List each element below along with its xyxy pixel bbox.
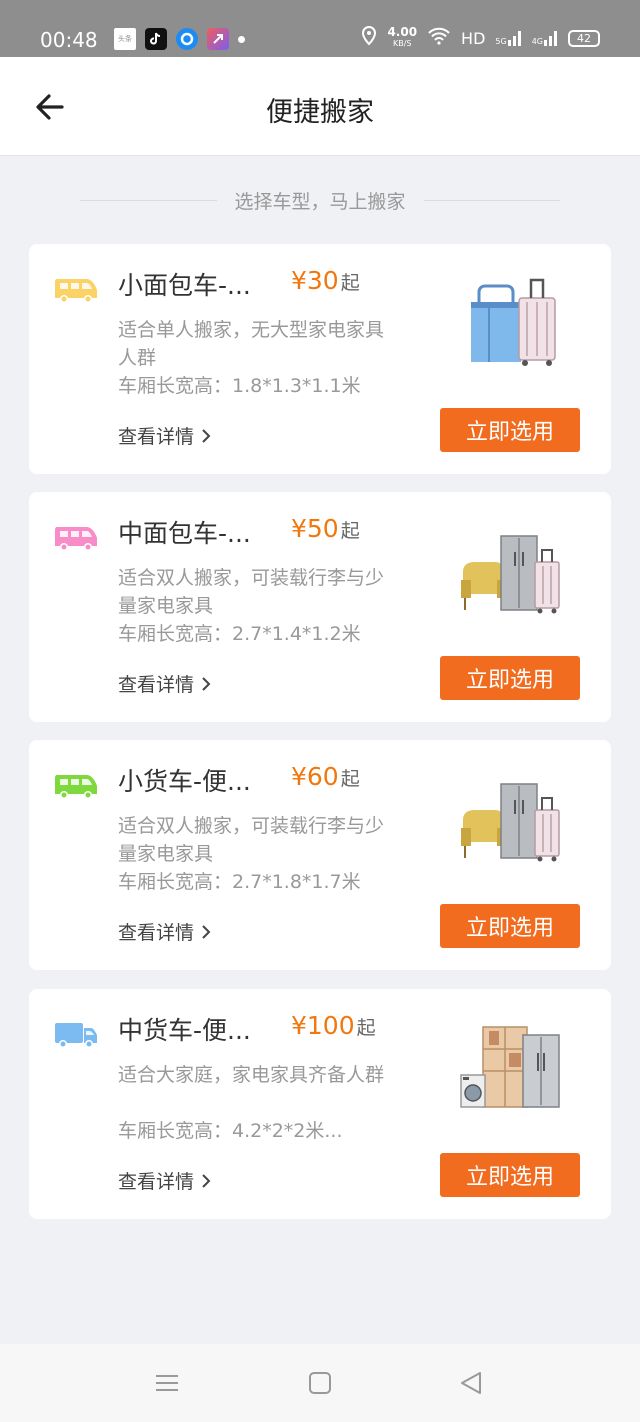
price-value: ¥30 (291, 266, 339, 295)
network-speed: 4.00 KB/S (387, 25, 418, 49)
vehicle-dimensions: 车厢长宽高：4.2*2*2米... (118, 1120, 343, 1142)
vehicle-description: 适合双人搬家，可装载行李与少量家电家具 (118, 567, 385, 617)
section-divider: 选择车型，马上搬家 (80, 180, 561, 220)
battery-level: 42 (577, 31, 591, 45)
vehicle-price: ¥100 起 (291, 1011, 376, 1040)
furniture-illustration (461, 535, 560, 614)
notification-icons: 头条 (114, 28, 245, 50)
vehicle-dimensions: 车厢长宽高：1.8*1.3*1.1米 (118, 375, 361, 397)
view-details-link[interactable]: 查看详情 (118, 918, 212, 945)
home-icon[interactable] (305, 1370, 335, 1396)
view-details-label: 查看详情 (118, 1171, 195, 1193)
minivan-icon (55, 527, 97, 551)
divider-line-left (80, 199, 217, 201)
chevron-right-icon (202, 924, 211, 939)
wifi-icon (427, 27, 451, 49)
menu-icon[interactable] (152, 1370, 182, 1396)
chevron-right-icon (202, 1173, 211, 1188)
select-now-button[interactable]: 立即选用 (440, 656, 580, 700)
price-suffix: 起 (340, 520, 360, 542)
vehicle-description: 适合大家庭，家电家具齐备人群 (118, 1064, 385, 1086)
vehicle-card[interactable]: 中面包车-... ¥50 起 适合双人搬家，可装载行李与少量家电家具 车厢长宽高：… (29, 492, 611, 722)
select-now-button[interactable]: 立即选用 (440, 1153, 580, 1197)
vehicle-price: ¥50 起 (291, 514, 360, 543)
chevron-right-icon (202, 676, 211, 691)
small-truck-icon (55, 775, 97, 799)
price-value: ¥60 (291, 762, 339, 791)
vehicle-dimensions: 车厢长宽高：2.7*1.4*1.2米 (118, 623, 361, 645)
vehicle-description: 适合双人搬家，可装载行李与少量家电家具 (118, 815, 385, 865)
view-details-label: 查看详情 (118, 674, 195, 696)
signal-5g-icon: 5G (495, 30, 521, 46)
price-suffix: 起 (340, 272, 360, 294)
browser-icon (176, 28, 198, 50)
appliances-illustration (460, 1026, 560, 1108)
tiktok-icon (145, 28, 167, 50)
vehicle-card[interactable]: 中货车-便... ¥100 起 适合大家庭，家电家具齐备人群 车厢长宽高：4.2*… (29, 989, 611, 1219)
hd-label: HD (461, 28, 486, 48)
back-triangle-icon[interactable] (456, 1370, 486, 1396)
view-details-link[interactable]: 查看详情 (118, 422, 212, 449)
system-nav-bar (0, 1344, 640, 1422)
app-icon (207, 28, 229, 50)
speed-unit: KB/S (392, 39, 412, 48)
price-suffix: 起 (356, 1017, 376, 1039)
vehicle-card[interactable]: 小面包车-... ¥30 起 适合单人搬家，无大型家电家具人群 车厢长宽高：1.8… (29, 244, 611, 474)
vehicle-name: 小面包车-... (118, 271, 251, 300)
status-bar: 00:48 头条 4.00 KB/S HD 5G 4G 42 (0, 0, 640, 57)
page-title: 便捷搬家 (266, 97, 374, 128)
speed-value: 4.00 (387, 25, 418, 39)
vehicle-name: 中面包车-... (118, 519, 251, 548)
vehicle-name: 中货车-便... (118, 1016, 251, 1045)
location-icon (361, 25, 377, 50)
vehicle-card[interactable]: 小货车-便... ¥60 起 适合双人搬家，可装载行李与少量家电家具 车厢长宽高：… (29, 740, 611, 970)
app-header: 便捷搬家 (0, 57, 640, 156)
vehicle-description: 适合单人搬家，无大型家电家具人群 (118, 319, 385, 369)
vehicle-name: 小货车-便... (118, 767, 251, 796)
select-now-button[interactable]: 立即选用 (440, 904, 580, 948)
net1-label: 5G (495, 37, 507, 46)
divider-line-right (423, 199, 561, 201)
net2-label: 4G (531, 37, 543, 46)
view-details-label: 查看详情 (118, 922, 195, 944)
price-value: ¥100 (291, 1011, 355, 1040)
price-suffix: 起 (340, 768, 360, 790)
vehicle-price: ¥60 起 (291, 762, 360, 791)
toutiao-icon: 头条 (114, 28, 136, 50)
furniture-illustration (461, 783, 560, 862)
signal-4g-icon: 4G (532, 30, 558, 46)
minivan-icon (55, 279, 97, 303)
price-value: ¥50 (291, 514, 339, 543)
view-details-link[interactable]: 查看详情 (118, 1167, 212, 1194)
luggage-illustration (471, 278, 556, 366)
view-details-link[interactable]: 查看详情 (118, 670, 212, 697)
status-time: 00:48 (40, 28, 98, 52)
battery-icon: 42 (568, 29, 600, 47)
select-now-button[interactable]: 立即选用 (440, 408, 580, 452)
vehicle-dimensions: 车厢长宽高：2.7*1.8*1.7米 (118, 871, 361, 893)
section-label: 选择车型，马上搬家 (234, 190, 406, 213)
more-notifications-dot (238, 35, 245, 43)
view-details-label: 查看详情 (118, 426, 195, 448)
chevron-right-icon (202, 428, 211, 443)
status-right: 4.00 KB/S HD 5G 4G 42 (361, 25, 600, 50)
vehicle-price: ¥30 起 (291, 266, 360, 295)
medium-truck-icon (55, 1023, 97, 1048)
